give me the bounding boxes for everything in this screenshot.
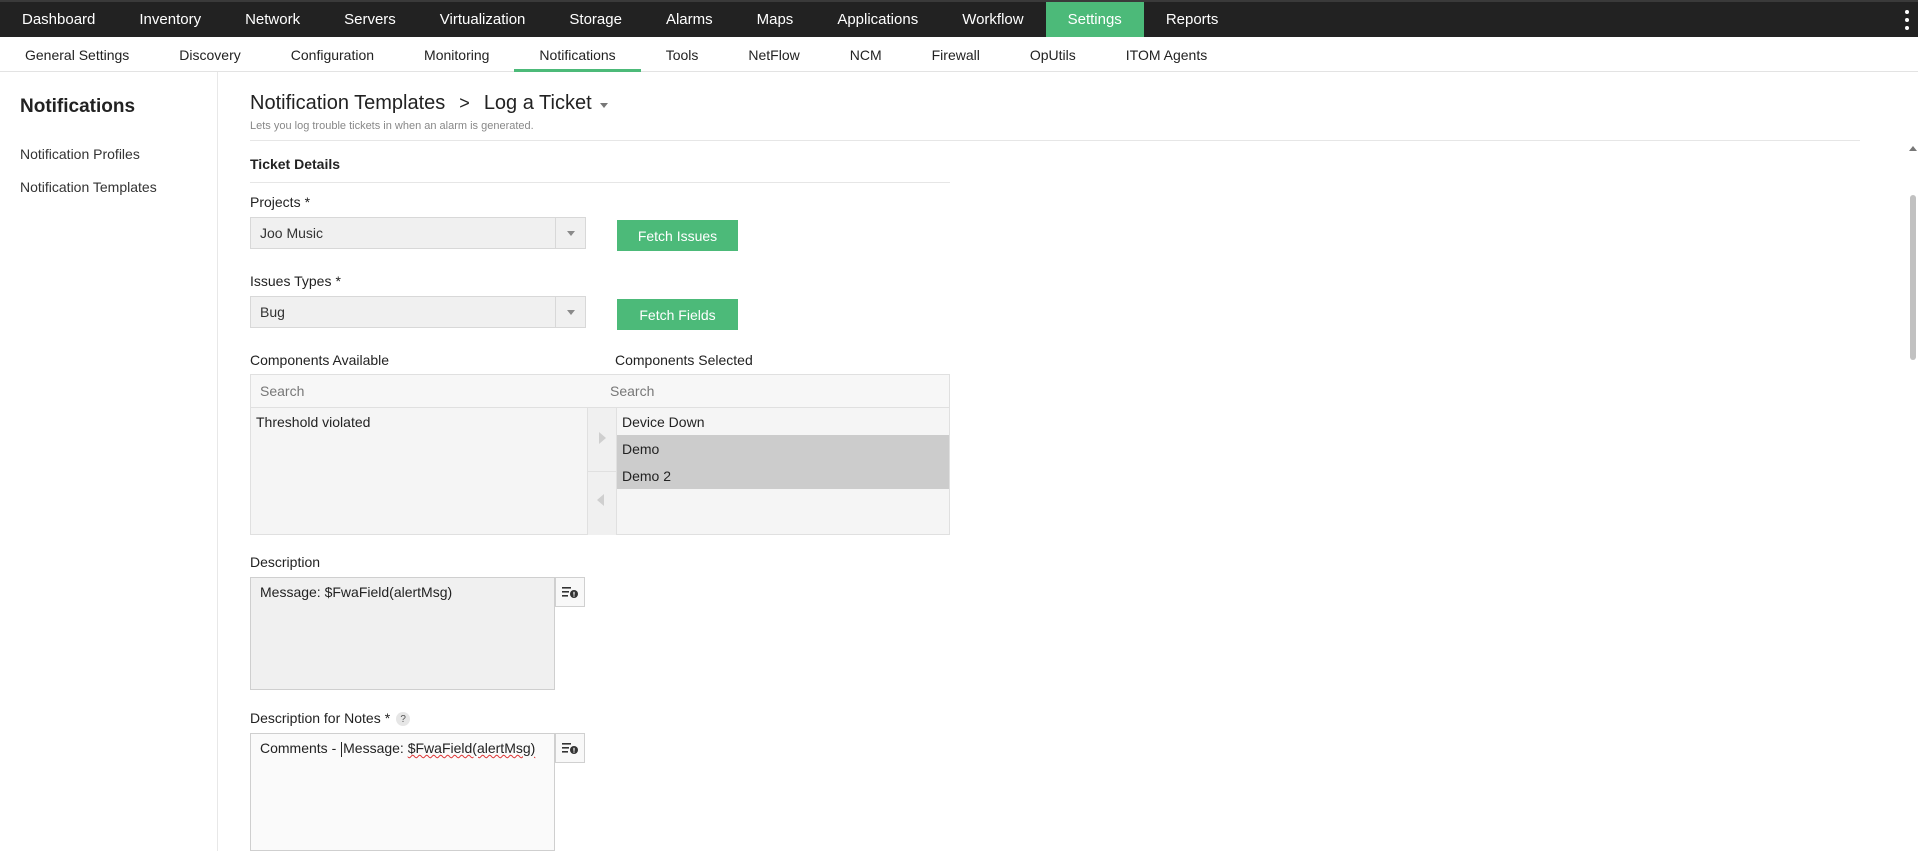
breadcrumb-separator: > (459, 93, 470, 113)
components-available-label: Components Available (250, 352, 390, 368)
move-right-icon[interactable] (599, 432, 606, 444)
description-label: Description (250, 554, 321, 570)
components-available-search[interactable]: Search (251, 375, 601, 408)
issue-types-select[interactable]: Bug (250, 296, 586, 328)
breadcrumb: Notification Templates > Log a Ticket (250, 92, 608, 115)
tab-configuration[interactable]: Configuration (266, 37, 399, 72)
tab-discovery[interactable]: Discovery (154, 37, 265, 72)
topnav-alarms[interactable]: Alarms (644, 2, 735, 37)
chevron-down-icon[interactable] (555, 218, 585, 248)
sidebar-item-notification-profiles[interactable]: Notification Profiles (20, 146, 140, 162)
fetch-fields-button[interactable]: Fetch Fields (617, 299, 738, 330)
topnav-reports[interactable]: Reports (1144, 2, 1241, 37)
topnav-inventory[interactable]: Inventory (117, 2, 223, 37)
components-selected-search[interactable]: Search (601, 375, 949, 408)
scrollbar-thumb[interactable] (1910, 195, 1916, 360)
components-picker: Search Search Threshold violated Device … (250, 374, 950, 535)
insert-variable-icon[interactable] (555, 577, 585, 607)
tab-general-settings[interactable]: General Settings (0, 37, 154, 72)
tab-netflow[interactable]: NetFlow (723, 37, 824, 72)
topnav-settings[interactable]: Settings (1045, 2, 1144, 37)
list-item[interactable]: Threshold violated (251, 408, 587, 435)
list-item[interactable]: Demo 2 (617, 462, 949, 489)
settings-subnav: General Settings Discovery Configuration… (0, 37, 1918, 72)
chevron-down-icon[interactable] (599, 102, 608, 108)
tab-notifications[interactable]: Notifications (514, 37, 641, 72)
divider (250, 182, 950, 183)
tab-oputils[interactable]: OpUtils (1005, 37, 1101, 72)
topnav-dashboard[interactable]: Dashboard (0, 2, 117, 37)
topnav-workflow[interactable]: Workflow (940, 2, 1045, 37)
topnav-storage[interactable]: Storage (547, 2, 644, 37)
top-navigation: Dashboard Inventory Network Servers Virt… (0, 0, 1918, 37)
topnav-servers[interactable]: Servers (322, 2, 418, 37)
topnav-network[interactable]: Network (223, 2, 322, 37)
issue-types-label: Issues Types * (250, 273, 341, 289)
more-options-icon[interactable] (1904, 10, 1910, 30)
projects-select[interactable]: Joo Music (250, 217, 586, 249)
help-icon[interactable]: ? (396, 712, 411, 727)
notes-textarea[interactable]: Comments - Message: $FwaField(alertMsg) (250, 733, 555, 851)
tab-itom-agents[interactable]: ITOM Agents (1101, 37, 1232, 72)
main-content: Notification Templates > Log a Ticket Le… (219, 72, 1918, 851)
tab-monitoring[interactable]: Monitoring (399, 37, 514, 72)
topnav-virtualization[interactable]: Virtualization (418, 2, 548, 37)
description-textarea[interactable]: Message: $FwaField(alertMsg) (250, 577, 555, 690)
move-left-icon[interactable] (597, 494, 604, 506)
tab-firewall[interactable]: Firewall (907, 37, 1005, 72)
fetch-issues-button[interactable]: Fetch Issues (617, 220, 738, 251)
list-item[interactable]: Device Down (617, 408, 949, 435)
breadcrumb-parent[interactable]: Notification Templates (250, 92, 445, 115)
divider (250, 140, 1860, 141)
divider (588, 471, 618, 472)
chevron-down-icon[interactable] (555, 297, 585, 327)
scroll-up-icon[interactable] (1909, 146, 1917, 151)
sidebar-item-notification-templates[interactable]: Notification Templates (20, 179, 157, 195)
tab-ncm[interactable]: NCM (825, 37, 907, 72)
insert-variable-icon[interactable] (555, 733, 585, 763)
breadcrumb-current: Log a Ticket (483, 92, 592, 114)
move-controls (587, 408, 618, 535)
sidebar: Notifications Notification Profiles Noti… (0, 72, 218, 851)
tab-tools[interactable]: Tools (641, 37, 724, 72)
components-selected-label: Components Selected (615, 352, 753, 368)
list-item[interactable]: Demo (617, 435, 949, 462)
topnav-maps[interactable]: Maps (735, 2, 816, 37)
page-subtitle: Lets you log trouble tickets in when an … (250, 120, 534, 132)
projects-value: Joo Music (260, 225, 324, 241)
issue-types-value: Bug (260, 304, 285, 320)
topnav-applications[interactable]: Applications (815, 2, 940, 37)
projects-label: Projects * (250, 194, 311, 210)
section-title: Ticket Details (250, 156, 341, 172)
text-cursor (341, 741, 343, 757)
notes-label: Description for Notes *? (250, 710, 411, 727)
sidebar-title: Notifications (20, 96, 136, 117)
